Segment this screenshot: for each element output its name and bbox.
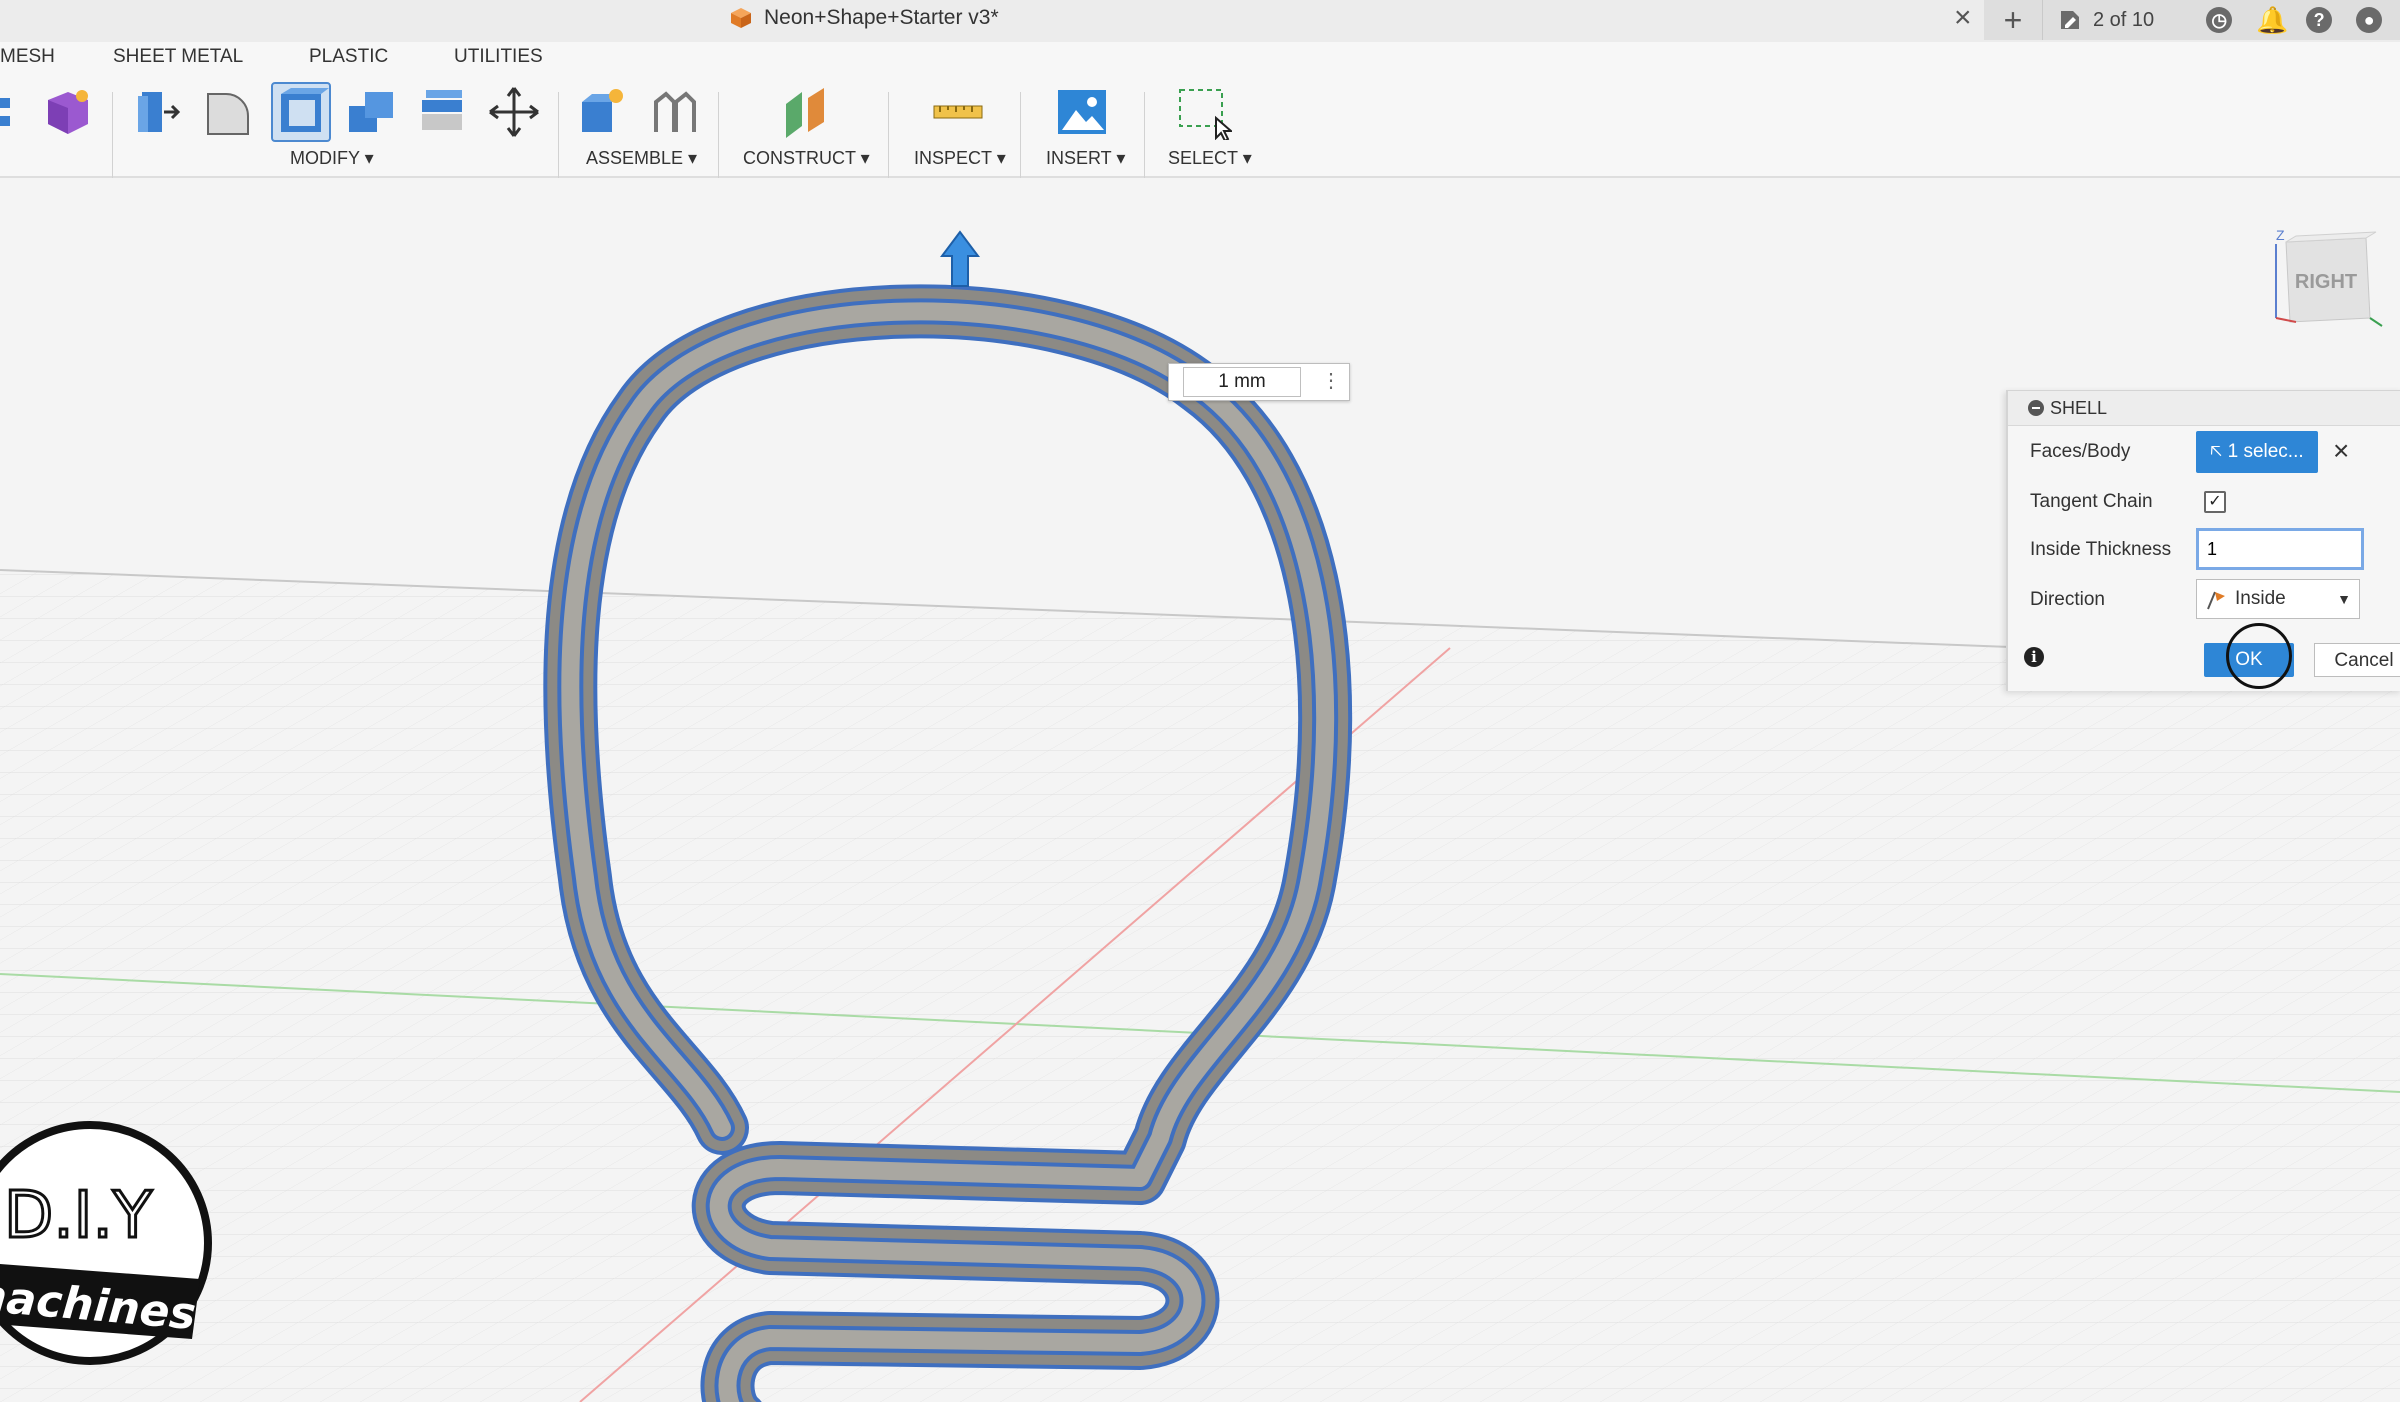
job-status-text: 2 of 10 xyxy=(2093,8,2155,31)
canvas-viewport[interactable]: 1 mm ⋮ RIGHT Z D.I.Y machines xyxy=(0,178,2400,1402)
joint-icon[interactable] xyxy=(646,84,702,140)
tab-plastic[interactable]: PLASTIC xyxy=(309,46,388,68)
title-bar: Neon+Shape+Starter v3* × + 2 of 10 ◷ 🔔 ?… xyxy=(0,0,2400,43)
click-indicator xyxy=(2226,623,2292,689)
divider xyxy=(718,92,719,188)
cursor-icon: 🡤 xyxy=(2210,441,2228,462)
document-tab[interactable]: Neon+Shape+Starter v3* xyxy=(730,0,999,36)
faces-body-selection-button[interactable]: 🡤 1 selec... xyxy=(2196,431,2318,473)
offset-face-icon[interactable] xyxy=(414,84,470,140)
title-right-tools: + 2 of 10 ◷ 🔔 ? ● xyxy=(1984,0,2400,40)
divider xyxy=(1020,92,1021,188)
toolbar: MESH SHEET METAL PLASTIC UTILITIES MODIF… xyxy=(0,42,2400,188)
offset-plane-icon[interactable] xyxy=(778,84,834,140)
model-canvas[interactable] xyxy=(0,178,2400,1402)
new-tab-button[interactable]: + xyxy=(1984,1,2042,39)
move-icon[interactable] xyxy=(486,84,542,140)
divider xyxy=(558,92,559,188)
close-tab-icon[interactable]: × xyxy=(1954,2,1972,34)
insert-menu[interactable]: INSERT ▾ xyxy=(1046,148,1125,169)
direction-label: Direction xyxy=(2030,589,2105,610)
shell-dialog: SHELL Faces/Body 🡤 1 selec... × Tangent … xyxy=(2006,390,2400,691)
view-cube-face-label: RIGHT xyxy=(2295,271,2357,293)
more-options-icon[interactable]: ⋮ xyxy=(1321,368,1341,394)
construct-menu[interactable]: CONSTRUCT ▾ xyxy=(743,148,870,169)
tab-sheet-metal[interactable]: SHEET METAL xyxy=(113,46,243,68)
divider xyxy=(1144,92,1145,188)
tab-mesh[interactable]: MESH xyxy=(0,46,55,68)
logo-text-top: D.I.Y xyxy=(4,1179,153,1253)
direction-dropdown[interactable]: Inside ▼ xyxy=(2196,579,2360,619)
direction-flag-icon xyxy=(2207,591,2225,610)
thickness-drag-arrow[interactable] xyxy=(940,230,980,287)
assemble-menu[interactable]: ASSEMBLE ▾ xyxy=(586,148,697,169)
z-axis-label: Z xyxy=(2276,227,2285,243)
tangent-chain-label: Tangent Chain xyxy=(2030,491,2153,512)
document-cube-icon xyxy=(731,8,751,28)
clear-selection-icon[interactable]: × xyxy=(2333,435,2349,467)
combine-icon[interactable] xyxy=(343,84,399,140)
bell-icon[interactable]: 🔔 xyxy=(2256,7,2288,33)
faces-body-label: Faces/Body xyxy=(2030,441,2131,462)
inside-thickness-input[interactable] xyxy=(2196,528,2364,570)
faces-body-value: 1 selec... xyxy=(2227,441,2304,462)
fillet-icon[interactable] xyxy=(200,84,256,140)
document-title: Neon+Shape+Starter v3* xyxy=(764,6,999,29)
shell-dialog-header[interactable]: SHELL xyxy=(2008,391,2400,426)
modify-menu[interactable]: MODIFY ▾ xyxy=(290,148,374,169)
view-cube[interactable]: RIGHT Z xyxy=(2266,222,2386,342)
dimension-input[interactable]: 1 mm xyxy=(1183,367,1301,397)
chevron-down-icon: ▼ xyxy=(2337,591,2351,607)
dimension-input-box[interactable]: 1 mm ⋮ xyxy=(1168,363,1350,401)
inspect-menu[interactable]: INSPECT ▾ xyxy=(914,148,1006,169)
tangent-chain-checkbox[interactable]: ✓ xyxy=(2204,491,2226,513)
create-form-icon[interactable] xyxy=(40,84,96,140)
divider xyxy=(888,92,889,188)
window-select-icon[interactable] xyxy=(1176,84,1234,143)
job-status-icon xyxy=(2061,11,2079,29)
diy-machines-logo: D.I.Y machines xyxy=(0,1113,220,1373)
clock-icon[interactable]: ◷ xyxy=(2206,7,2233,33)
press-pull-icon[interactable] xyxy=(130,84,186,140)
select-menu[interactable]: SELECT ▾ xyxy=(1168,148,1252,169)
tab-utilities[interactable]: UTILITIES xyxy=(454,46,543,68)
user-avatar-icon[interactable]: ● xyxy=(2356,7,2383,33)
new-component-icon[interactable] xyxy=(574,84,630,140)
cancel-button[interactable]: Cancel xyxy=(2314,643,2400,677)
help-icon[interactable]: ? xyxy=(2306,7,2333,33)
create-sketch-icon[interactable] xyxy=(0,84,36,140)
shell-icon[interactable] xyxy=(271,82,331,142)
divider xyxy=(112,92,113,188)
shell-dialog-title: SHELL xyxy=(2050,398,2108,418)
collapse-icon[interactable] xyxy=(2028,400,2044,416)
job-status[interactable]: 2 of 10 xyxy=(2043,7,2182,33)
info-icon[interactable]: i xyxy=(2024,647,2044,667)
direction-value: Inside xyxy=(2235,588,2286,609)
measure-icon[interactable] xyxy=(930,84,986,140)
inside-thickness-label: Inside Thickness xyxy=(2030,539,2172,560)
insert-image-icon[interactable] xyxy=(1054,84,1110,140)
